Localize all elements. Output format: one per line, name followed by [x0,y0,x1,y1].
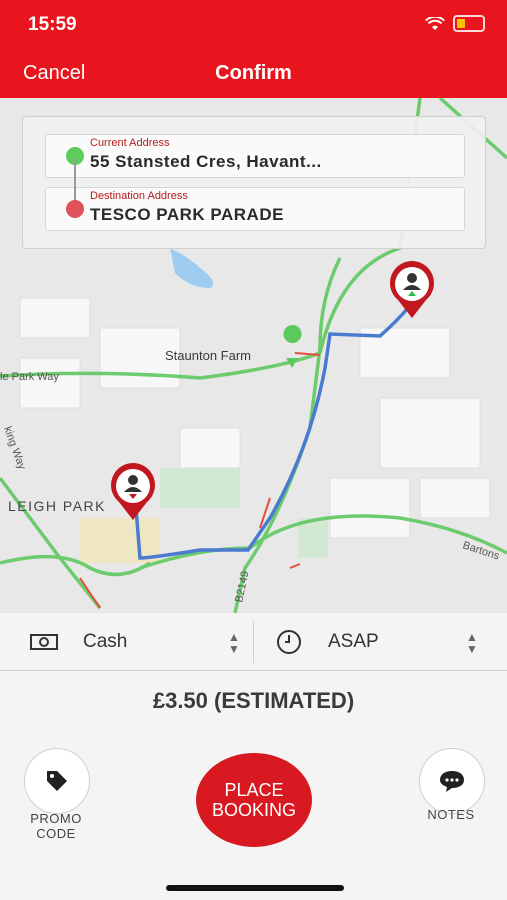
pickup-address-label: Current Address [90,137,170,149]
panel-divider [0,670,507,671]
map-label-leigh-park: LEIGH PARK [8,498,106,514]
battery-icon [453,15,485,32]
top-bar: 15:59 Cancel Confirm [0,0,507,98]
destination-address-label: Destination Address [90,190,188,202]
destination-dot-icon [66,200,84,218]
payment-method-value: Cash [83,631,128,652]
cash-icon [30,634,58,650]
tag-icon [47,771,67,791]
chevron-down-icon: ▼ [228,642,240,656]
chevron-down-icon: ▼ [466,642,478,656]
map-label-staunton-farm: Staunton Farm [165,348,251,363]
notes-label: NOTES [427,807,475,822]
address-panel: Current Address 55 Stansted Cres, Havant… [22,116,486,249]
timing-selector[interactable]: ASAP ▲ ▼ [254,613,507,670]
status-time: 15:59 [28,14,77,35]
booking-panel: Cash ▲ ▼ ASAP ▲ ▼ £3.50 (ESTIMATED) PROM… [0,613,507,900]
destination-address-value: TESCO PARK PARADE [90,205,284,224]
place-booking-button[interactable]: PLACE BOOKING [196,753,312,847]
route-connector [74,158,76,201]
clock-icon [277,630,301,654]
destination-pin-icon [390,261,434,318]
pickup-pin-icon [111,463,155,520]
chat-bubble-icon [440,771,464,792]
fare-estimate: £3.50 (ESTIMATED) [152,688,355,713]
home-indicator [166,885,344,891]
payment-selector[interactable]: Cash ▲ ▼ [0,613,253,670]
map-label-park-way: le Park Way [0,371,59,383]
promo-code-label: PROMO CODE [30,811,82,841]
notes-button[interactable] [419,748,485,814]
timing-value: ASAP [328,631,379,652]
pickup-address-value: 55 Stansted Cres, Havant... [90,152,322,171]
cancel-button[interactable]: Cancel [23,62,85,85]
promo-code-button[interactable] [24,748,90,814]
status-icons [425,15,485,32]
wifi-icon [425,16,445,30]
